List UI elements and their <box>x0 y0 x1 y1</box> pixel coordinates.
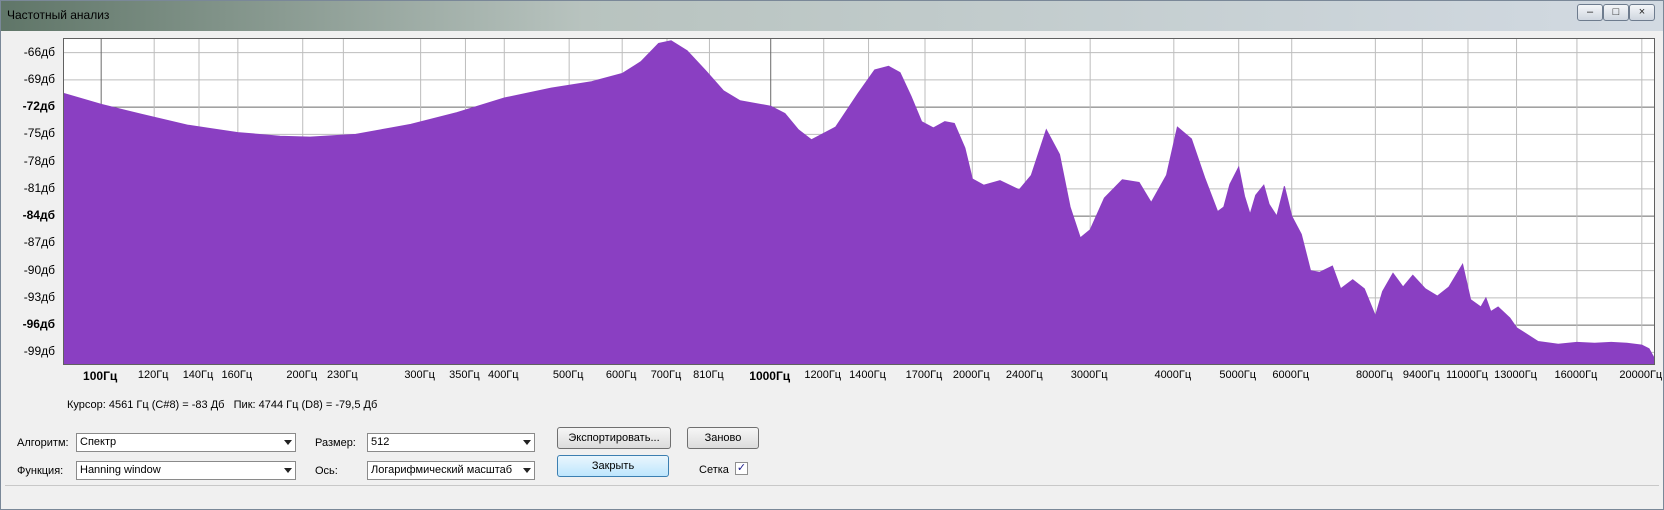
y-tick-label: -75дб <box>23 126 55 141</box>
y-tick-label: -66дб <box>23 44 55 59</box>
y-tick-label: -99дб <box>23 344 55 359</box>
x-tick-label: 1400Гц <box>849 369 886 381</box>
spectrum-chart <box>64 39 1654 364</box>
y-tick-label: -90дб <box>23 262 55 277</box>
peak-readout: Пик: 4744 Гц (D8) = -79,5 Дб <box>233 399 378 411</box>
axis-label: Ось: <box>315 465 338 477</box>
y-tick-label: -96дб <box>22 317 55 332</box>
function-value: Hanning window <box>80 464 161 476</box>
x-axis-labels: 100Гц 120Гц 140Гц 160Гц 200Гц 230Гц 300Гц 350Гц… <box>63 369 1662 389</box>
algorithm-value: Спектр <box>80 436 117 448</box>
x-tick-label: 500Гц <box>552 369 584 381</box>
chevron-down-icon <box>523 440 531 445</box>
x-tick-label: 20000Гц <box>1619 369 1663 381</box>
x-tick-label: 100Гц <box>83 369 118 383</box>
grid-label: Сетка <box>699 464 729 476</box>
y-tick-label: -72дб <box>22 99 55 114</box>
x-tick-label: 600Гц <box>605 369 637 381</box>
x-tick-label: 400Гц <box>487 369 519 381</box>
y-axis-labels: -66дб -69дб -72дб -75дб -78дб -81дб -84дб -87дб… <box>1 38 61 365</box>
x-tick-label: 16000Гц <box>1554 369 1598 381</box>
axis-value: Логарифмический масштаб <box>371 464 513 476</box>
x-tick-label: 1000Гц <box>749 369 791 383</box>
x-tick-label: 9400Гц <box>1402 369 1440 381</box>
title-bar: Частотный анализ – □ × <box>1 1 1663 31</box>
cursor-readout: Курсор: 4561 Гц (C#8) = -83 Дб <box>67 399 225 411</box>
chevron-down-icon <box>284 468 292 473</box>
x-tick-label: 2000Гц <box>952 369 990 381</box>
close-window-button[interactable]: × <box>1629 4 1655 21</box>
function-select[interactable]: Hanning window <box>76 461 296 480</box>
size-label: Размер: <box>315 437 356 449</box>
x-tick-label: 810Гц <box>693 369 724 381</box>
spectrum-plot[interactable] <box>63 38 1655 365</box>
x-tick-label: 1700Гц <box>905 369 943 381</box>
chevron-down-icon <box>523 468 531 473</box>
maximize-button[interactable]: □ <box>1603 4 1629 21</box>
x-tick-label: 200Гц <box>286 369 318 381</box>
y-tick-label: -93дб <box>23 289 55 304</box>
status-bar <box>5 485 1659 506</box>
x-tick-label: 140Гц <box>182 369 214 381</box>
reset-button[interactable]: Заново <box>687 427 759 449</box>
axis-select[interactable]: Логарифмический масштаб <box>367 461 535 480</box>
x-tick-label: 8000Гц <box>1355 369 1393 381</box>
size-select[interactable]: 512 <box>367 433 535 452</box>
x-tick-label: 1200Гц <box>804 369 842 381</box>
x-tick-label: 3000Гц <box>1070 369 1108 381</box>
window-title: Частотный анализ <box>7 8 110 22</box>
minimize-button[interactable]: – <box>1577 4 1603 21</box>
cursor-peak-readout: Курсор: 4561 Гц (C#8) = -83 Дб Пик: 4744… <box>67 399 377 411</box>
grid-checkbox[interactable]: ✓ <box>735 462 748 475</box>
x-tick-label: 6000Гц <box>1272 369 1310 381</box>
algorithm-select[interactable]: Спектр <box>76 433 296 452</box>
x-tick-label: 700Гц <box>650 369 682 381</box>
x-tick-label: 11000Гц <box>1445 369 1488 381</box>
algorithm-label: Алгоритм: <box>17 437 69 449</box>
x-tick-label: 300Гц <box>404 369 435 381</box>
x-tick-label: 350Гц <box>449 369 480 381</box>
export-button[interactable]: Экспортировать... <box>557 427 671 449</box>
y-tick-label: -84дб <box>22 208 55 223</box>
size-value: 512 <box>371 436 390 448</box>
x-tick-label: 4000Гц <box>1154 369 1192 381</box>
y-tick-label: -87дб <box>23 235 55 250</box>
checkmark-icon: ✓ <box>736 462 747 474</box>
x-tick-label: 120Гц <box>137 369 169 381</box>
x-tick-label: 13000Гц <box>1494 369 1537 381</box>
frequency-analysis-window: Частотный анализ – □ × -66дб -69дб -72дб -7… <box>0 0 1664 510</box>
x-tick-label: 5000Гц <box>1219 369 1257 381</box>
x-tick-label: 2400Гц <box>1005 369 1043 381</box>
y-tick-label: -69дб <box>23 71 55 86</box>
function-label: Функция: <box>17 465 64 477</box>
close-button[interactable]: Закрыть <box>557 455 669 477</box>
x-tick-label: 230Гц <box>327 369 358 381</box>
chevron-down-icon <box>284 440 292 445</box>
x-tick-label: 160Гц <box>221 369 253 381</box>
y-tick-label: -81дб <box>23 180 55 195</box>
y-tick-label: -78дб <box>23 153 55 168</box>
